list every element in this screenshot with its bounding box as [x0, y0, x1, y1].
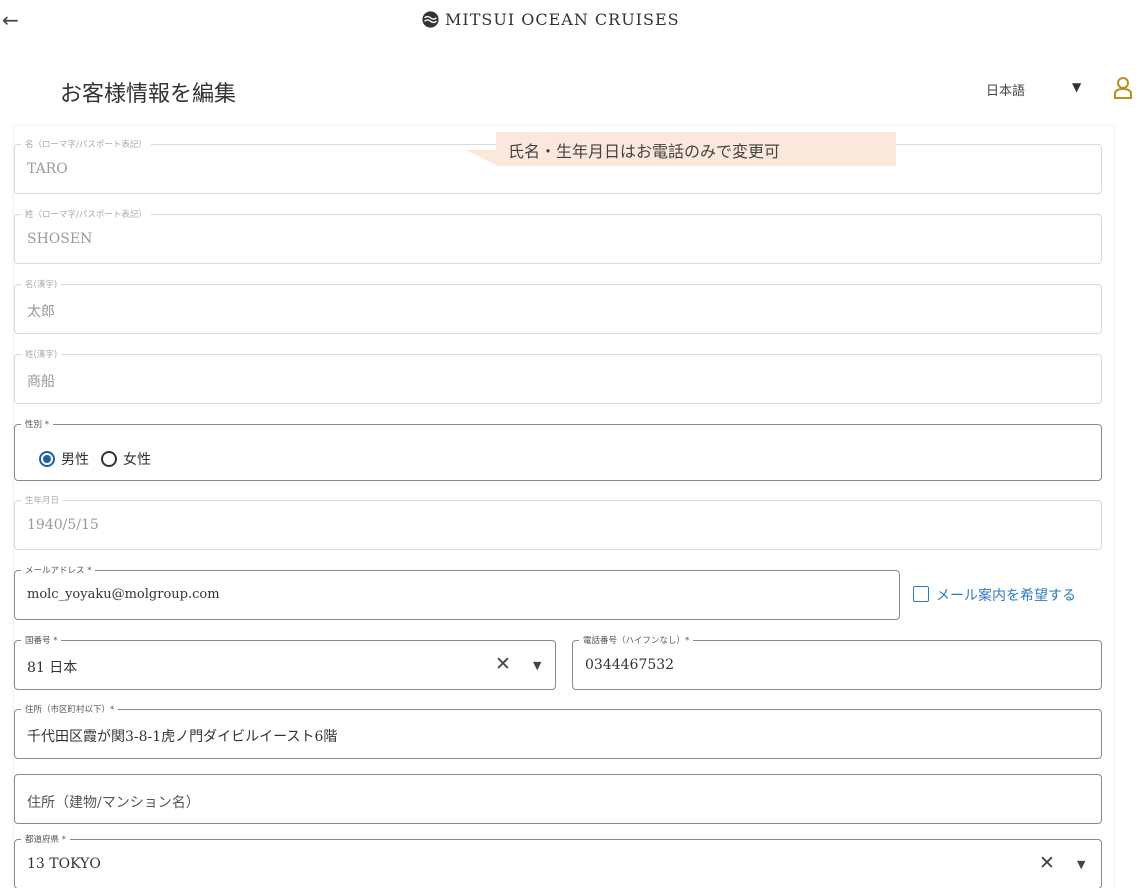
address1-field[interactable]: 住所（市区町村以下）* 千代田区霞が関3-8-1虎ノ門ダイビルイースト6階	[14, 703, 1102, 759]
gender-male-label[interactable]: 男性	[61, 449, 89, 469]
language-caret-icon[interactable]: ▼	[1072, 80, 1081, 94]
back-arrow-icon[interactable]: ←	[2, 8, 19, 32]
name-change-tooltip: 氏名・生年月日はお電話のみで変更可	[496, 132, 896, 166]
email-opt-in-label[interactable]: メール案内を希望する	[936, 585, 1076, 605]
field-label: 電話番号（ハイフンなし）*	[579, 634, 694, 646]
brand: MITSUI OCEAN CRUISES	[422, 10, 680, 29]
field-value: 1940/5/15	[27, 517, 99, 533]
field-label: 都道府県 *	[21, 833, 70, 845]
gender-field: 性別 * 男性 女性	[14, 418, 1102, 481]
prefecture-select[interactable]: 都道府県 * 13 TOKYO ✕ ▼	[14, 833, 1102, 888]
field-label: 姓（ローマ字/パスポート表記）	[21, 208, 151, 220]
field-value: 商船	[27, 374, 55, 390]
field-label: 姓(漢字)	[21, 348, 62, 360]
gender-male-radio[interactable]	[39, 451, 55, 467]
field-label: 国番号 *	[21, 634, 62, 646]
field-value: 太郎	[27, 304, 55, 320]
prefecture-clear-icon[interactable]: ✕	[1039, 852, 1055, 874]
address2-field[interactable]: 住所（建物/マンション名）	[14, 774, 1102, 824]
gender-female-label[interactable]: 女性	[123, 449, 151, 469]
language-selector[interactable]: 日本語	[986, 80, 1025, 99]
last-name-roman-field: 姓（ローマ字/パスポート表記） SHOSEN	[14, 208, 1102, 264]
top-bar: ← MITSUI OCEAN CRUISES	[0, 0, 1142, 46]
page-title: お客様情報を編集	[60, 82, 237, 107]
field-label: 名（ローマ字/パスポート表記）	[21, 138, 151, 150]
country-code-value[interactable]: 81 日本	[27, 657, 77, 677]
form-panel: 名（ローマ字/パスポート表記） TARO 姓（ローマ字/パスポート表記） SHO…	[14, 126, 1114, 888]
first-name-kanji-field: 名(漢字) 太郎	[14, 278, 1102, 334]
field-value: SHOSEN	[27, 231, 93, 247]
email-opt-in-checkbox[interactable]	[913, 586, 929, 602]
gender-radio-group: 男性 女性	[39, 449, 157, 469]
email-input[interactable]: molc_yoyaku@molgroup.com	[27, 587, 220, 602]
field-label: 性別 *	[21, 418, 53, 430]
field-label: 名(漢字)	[21, 278, 62, 290]
brand-name: MITSUI OCEAN CRUISES	[445, 10, 680, 29]
last-name-kanji-field: 姓(漢字) 商船	[14, 348, 1102, 404]
country-code-clear-icon[interactable]: ✕	[495, 653, 511, 675]
phone-input[interactable]: 0344467532	[585, 657, 674, 673]
tooltip-tail	[466, 150, 498, 166]
email-field[interactable]: メールアドレス * molc_yoyaku@molgroup.com	[14, 564, 900, 620]
field-label: 生年月日	[21, 494, 64, 506]
address2-input[interactable]: 住所（建物/マンション名）	[27, 792, 200, 812]
gender-female-radio[interactable]	[101, 451, 117, 467]
field-value: TARO	[27, 161, 68, 177]
prefecture-dropdown-icon[interactable]: ▼	[1077, 858, 1085, 871]
address1-input[interactable]: 千代田区霞が関3-8-1虎ノ門ダイビルイースト6階	[27, 726, 337, 746]
user-icon[interactable]	[1112, 76, 1134, 100]
brand-logo-icon	[422, 11, 439, 28]
prefecture-value[interactable]: 13 TOKYO	[27, 856, 101, 872]
country-code-dropdown-icon[interactable]: ▼	[533, 659, 541, 672]
birthdate-field: 生年月日 1940/5/15	[14, 494, 1102, 550]
field-label: 住所（市区町村以下）*	[21, 703, 119, 715]
country-code-select[interactable]: 国番号 * 81 日本 ✕ ▼	[14, 634, 556, 690]
phone-field[interactable]: 電話番号（ハイフンなし）* 0344467532	[572, 634, 1102, 690]
field-label: メールアドレス *	[21, 564, 96, 576]
